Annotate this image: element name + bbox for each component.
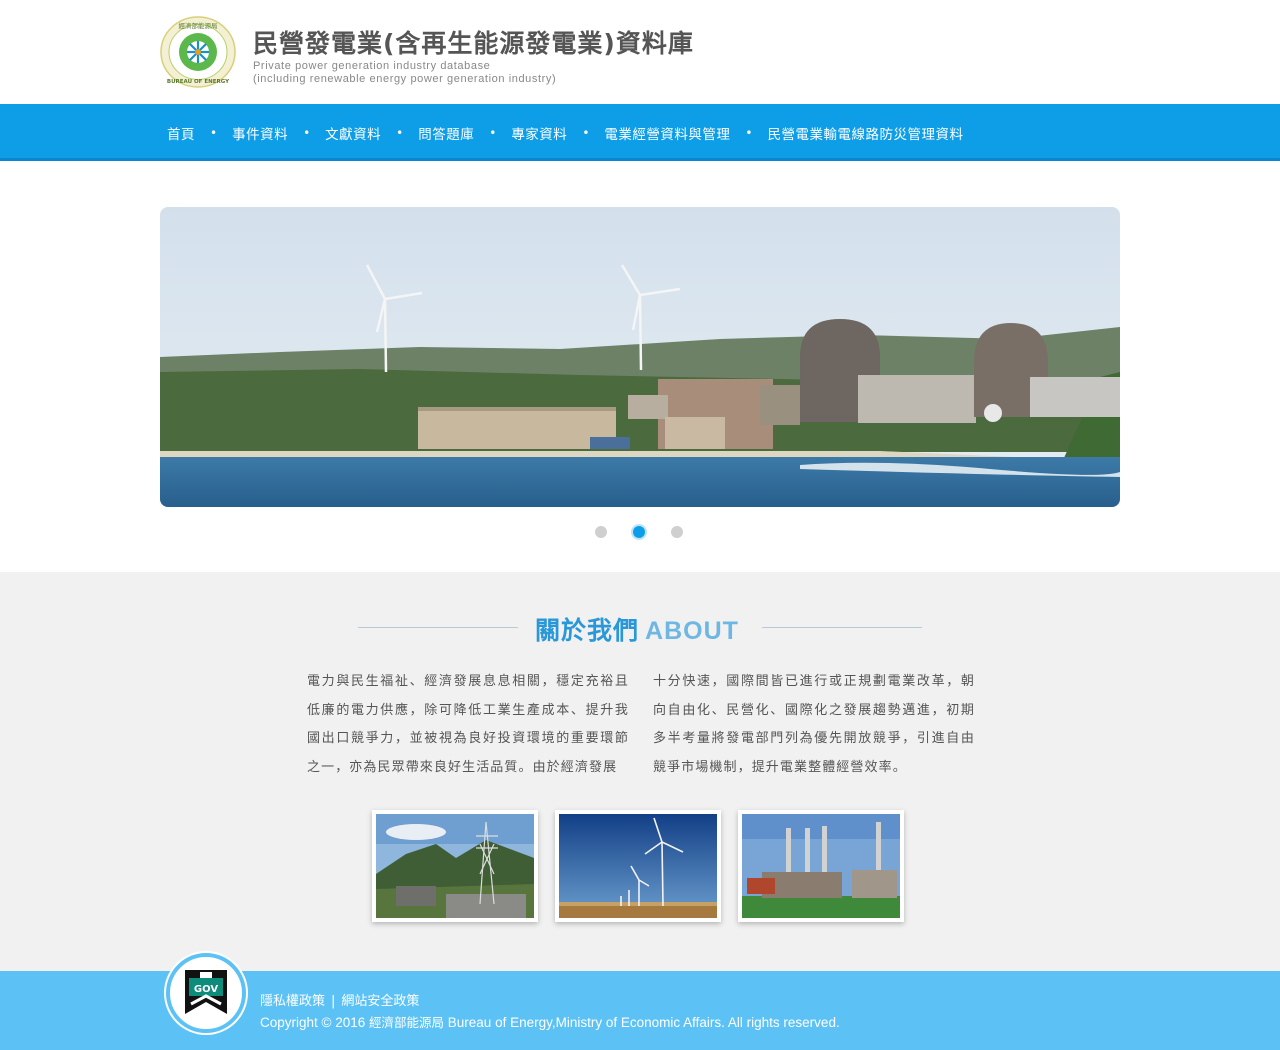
nav-link-events[interactable]: 事件資料: [232, 123, 288, 143]
nav-item-management: 電業經營資料與管理: [604, 123, 730, 143]
site-subtitle-line1: Private power generation industry databa…: [253, 60, 491, 72]
wind-turbine-photo: [559, 814, 717, 918]
thumbnail-wind-turbine[interactable]: [555, 810, 721, 922]
slider-dot-3[interactable]: [671, 526, 683, 538]
nav-separator: •: [489, 125, 497, 140]
about-text-column-1: 電力與民生福祉、經濟發展息息相關，穩定充裕且低廉的電力供應，除可降低工業生產成本…: [307, 674, 629, 775]
nav-item-events: 事件資料: [232, 123, 288, 143]
thumbnail-power-plant[interactable]: [738, 810, 904, 922]
footer-links: 隱私權政策 | 網站安全政策: [260, 990, 419, 1009]
thumbnail-substation[interactable]: [372, 810, 538, 922]
security-policy-link[interactable]: 網站安全政策: [341, 994, 419, 1009]
nav-link-management[interactable]: 電業經營資料與管理: [604, 123, 730, 143]
divider: [762, 627, 922, 628]
about-title-en: ABOUT: [645, 617, 739, 645]
slider-dot-1[interactable]: [595, 526, 607, 538]
gov-icon: GOV: [185, 970, 227, 1014]
copyright-text: Copyright © 2016 經濟部能源局 Bureau of Energy…: [260, 1015, 840, 1030]
svg-text:BUREAU OF ENERGY: BUREAU OF ENERGY: [167, 79, 230, 85]
nav-link-qa[interactable]: 問答題庫: [418, 123, 474, 143]
nav-item-experts: 專家資料: [511, 123, 567, 143]
site-subtitle-line2: (including renewable energy power genera…: [253, 73, 557, 85]
nav-link-literature[interactable]: 文獻資料: [325, 123, 381, 143]
nav-link-disaster[interactable]: 民營電業輸電線路防災管理資料: [767, 123, 963, 143]
nav-separator: •: [210, 125, 218, 140]
privacy-policy-link[interactable]: 隱私權政策: [260, 994, 325, 1009]
slider-dot-2-active[interactable]: [633, 526, 645, 538]
nav-item-home: 首頁: [167, 123, 195, 143]
about-section: 關於我們 ABOUT 電力與民生福祉、經濟發展息息相關，穩定充裕且低廉的電力供應，…: [0, 572, 1280, 971]
about-heading: 關於我們 ABOUT: [0, 609, 1280, 649]
nav-link-home[interactable]: 首頁: [167, 123, 195, 143]
substation-photo: [376, 814, 534, 918]
about-title: 關於我們 ABOUT: [535, 611, 739, 647]
power-plant-photo: [160, 207, 1120, 507]
nav-item-literature: 文獻資料: [325, 123, 381, 143]
site-header: 經濟部能源局 BUREAU OF ENERGY 民營發電業(含再生能源發電業)資…: [0, 0, 1280, 104]
nav-separator: •: [745, 125, 753, 140]
nav-item-disaster: 民營電業輸電線路防災管理資料: [767, 123, 963, 143]
divider: [358, 627, 518, 628]
nav-link-experts[interactable]: 專家資料: [511, 123, 567, 143]
svg-text:GOV: GOV: [194, 984, 218, 995]
main-navigation: 首頁 • 事件資料 • 文獻資料 • 問答題庫 • 專家資料 • 電業經營資料與…: [0, 104, 1280, 161]
slider-pagination: [595, 526, 683, 538]
bureau-of-energy-logo[interactable]: 經濟部能源局 BUREAU OF ENERGY: [160, 16, 236, 88]
thermal-plant-photo: [742, 814, 900, 918]
footer-divider: |: [331, 994, 336, 1009]
nav-separator: •: [582, 125, 590, 140]
svg-text:經濟部能源局: 經濟部能源局: [179, 21, 218, 30]
about-text-column-2: 十分快速，國際間皆已進行或正規劃電業改革，朝向自由化、民營化、國際化之發展趨勢邁…: [653, 674, 975, 775]
hero-slider-image[interactable]: [160, 207, 1120, 507]
nav-separator: •: [303, 125, 311, 140]
site-subtitle: Private power generation industry databa…: [253, 60, 556, 86]
about-title-zh: 關於我們: [535, 616, 640, 645]
nav-item-qa: 問答題庫: [418, 123, 474, 143]
nav-separator: •: [396, 125, 404, 140]
gov-badge[interactable]: GOV: [166, 953, 246, 1033]
site-title: 民營發電業(含再生能源發電業)資料庫: [253, 29, 694, 58]
